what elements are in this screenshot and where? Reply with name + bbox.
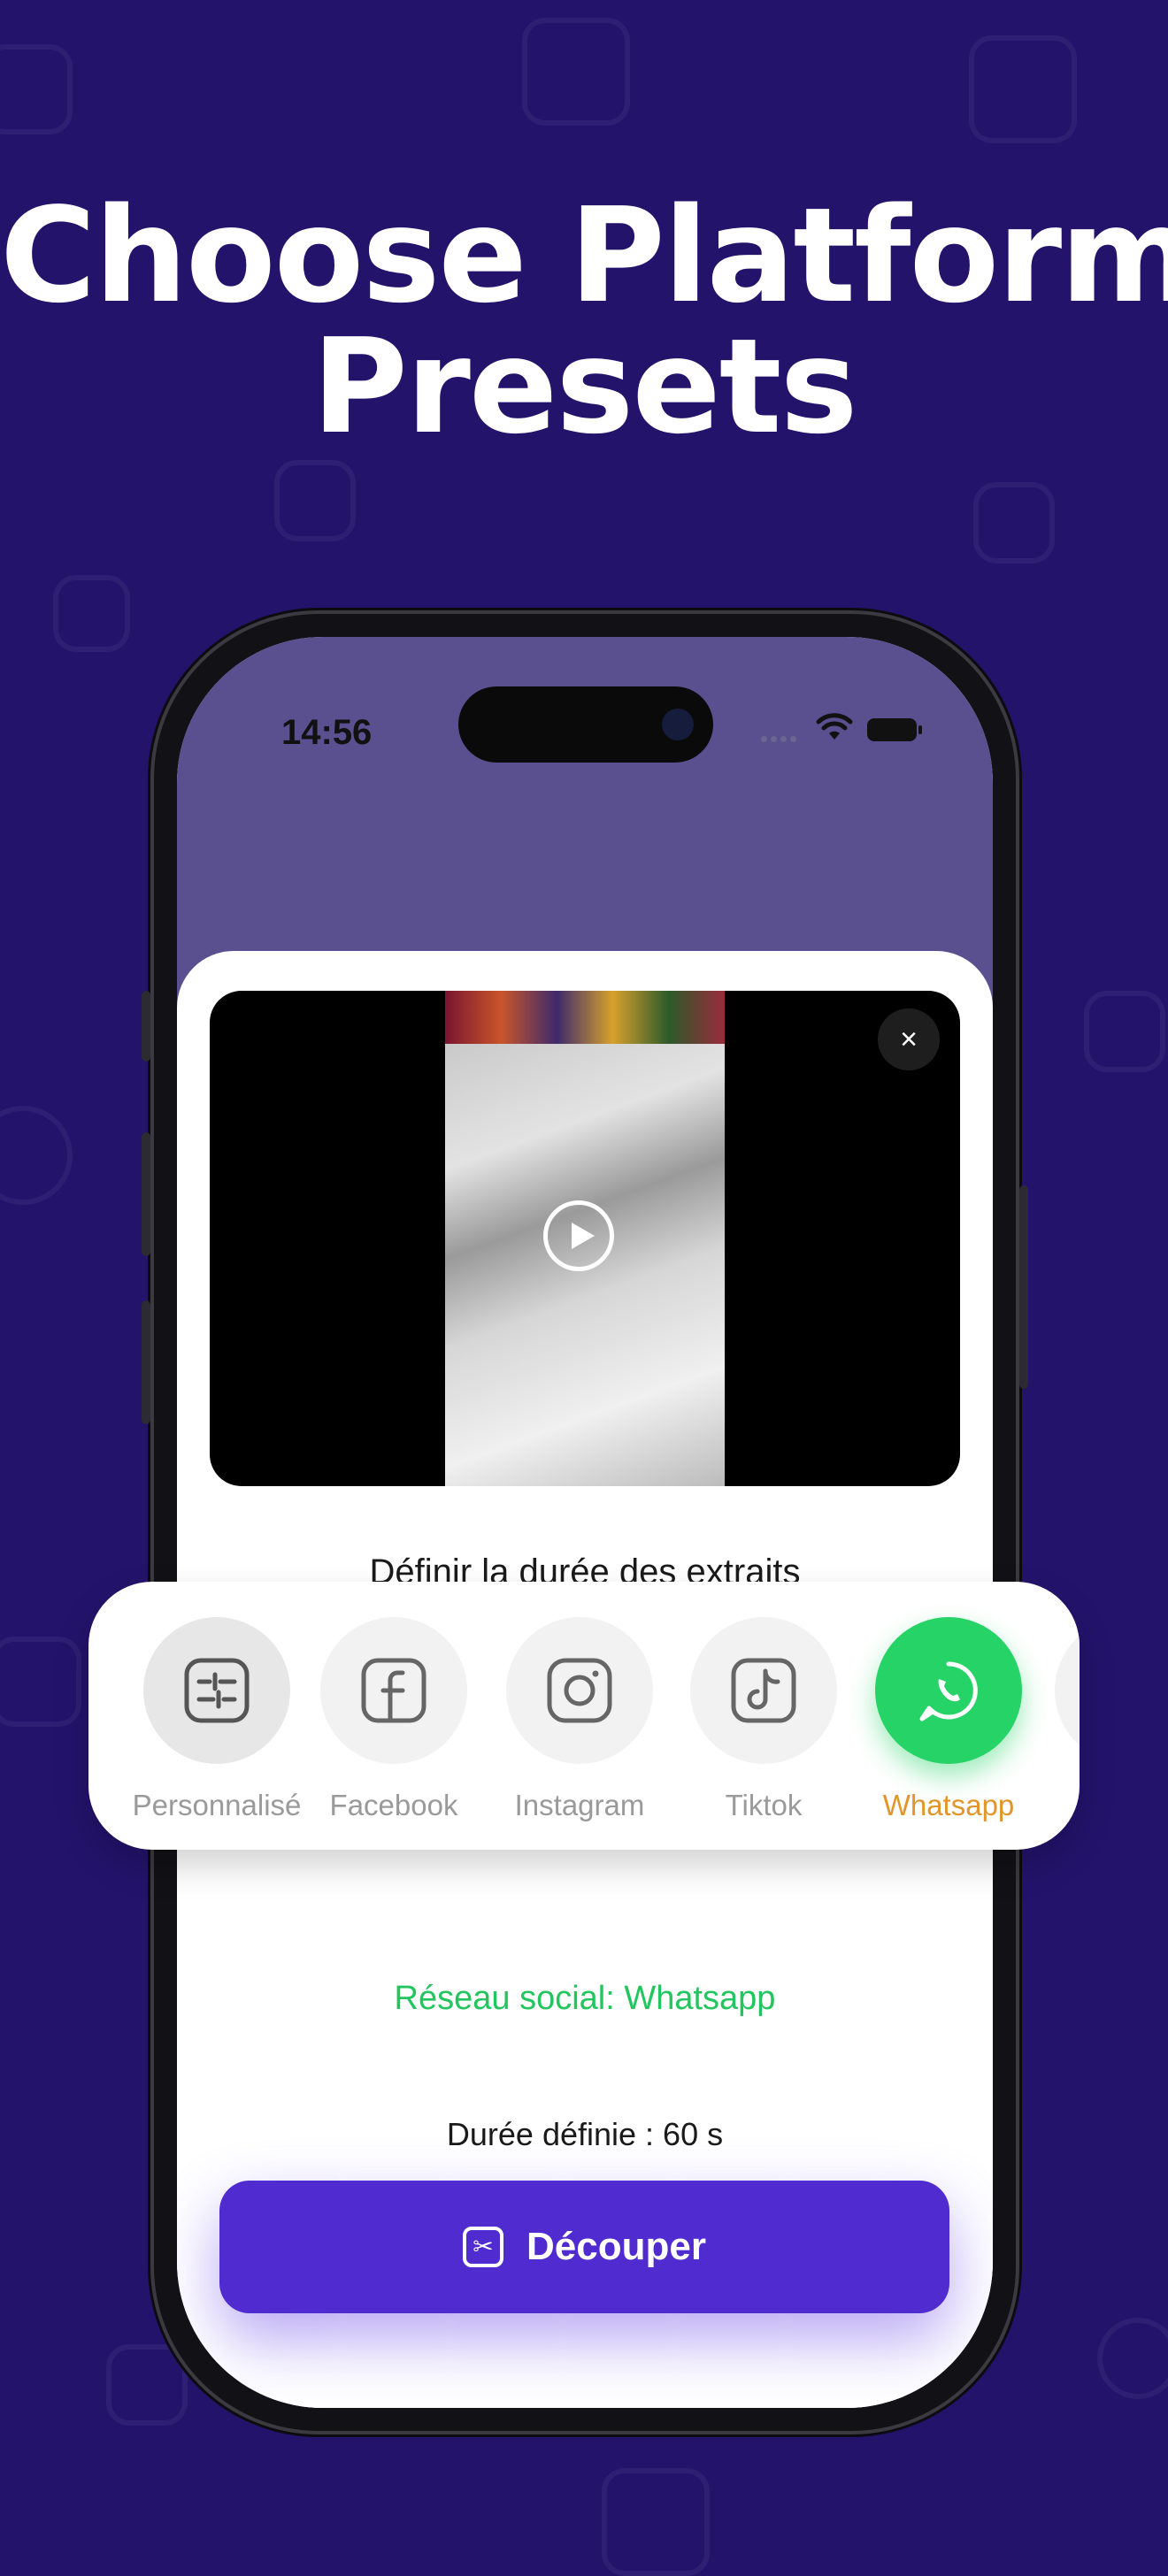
facebook-icon — [361, 1658, 426, 1723]
phone-volume-up-button — [142, 1132, 150, 1256]
preset-icon-wrap — [143, 1617, 290, 1764]
status-bar-time: 14:56 — [281, 713, 373, 752]
bg-pattern-icon — [0, 44, 73, 134]
headline-line-2: Presets — [311, 310, 857, 463]
bg-pattern-icon — [53, 575, 130, 652]
whatsapp-icon — [919, 1661, 978, 1721]
bg-pattern-icon — [106, 2344, 188, 2426]
preset-label: Instagram — [514, 1789, 645, 1821]
preset-instagram[interactable]: Instagram — [491, 1617, 668, 1822]
bg-pattern-icon — [969, 35, 1077, 143]
bg-pattern-icon — [274, 460, 356, 541]
preset-facebook[interactable]: Facebook — [305, 1617, 482, 1822]
bg-pattern-icon — [522, 18, 630, 126]
headline-line-1: Choose Platform — [0, 180, 1168, 332]
phone-volume-down-button — [142, 1300, 150, 1424]
video-preview[interactable]: × — [210, 991, 960, 1486]
bg-pattern-icon — [0, 1637, 81, 1727]
preset-whatsapp[interactable]: Whatsapp — [860, 1617, 1037, 1822]
bg-pattern-icon — [1097, 2318, 1168, 2399]
cut-button[interactable]: ✂ Découper — [219, 2181, 949, 2313]
preset-icon-wrap — [1055, 1617, 1080, 1764]
preset-icon-wrap — [690, 1617, 837, 1764]
tiktok-icon — [731, 1658, 796, 1723]
preset-tiktok[interactable]: Tiktok — [675, 1617, 852, 1822]
phone-screen: 14:56 × Définir la durée des extraits Ré… — [177, 637, 993, 2408]
preset-icon-wrap — [875, 1617, 1022, 1764]
preset-personnalise[interactable]: Personnalisé — [128, 1617, 305, 1822]
instagram-icon — [547, 1658, 612, 1723]
play-icon[interactable] — [543, 1200, 614, 1271]
close-button[interactable]: × — [878, 1008, 940, 1070]
preset-icon-wrap — [320, 1617, 467, 1764]
preset-label: Whatsapp — [882, 1789, 1015, 1821]
battery-icon — [867, 718, 922, 741]
wifi-icon — [816, 713, 853, 740]
dynamic-island — [458, 686, 713, 763]
headline: Choose Platform Presets — [0, 190, 1168, 452]
preset-icon-wrap — [506, 1617, 653, 1764]
video-frame-detail — [445, 991, 725, 1044]
bg-pattern-icon — [0, 1106, 73, 1205]
sliders-icon — [184, 1658, 250, 1723]
preset-label: Tiktok — [725, 1789, 803, 1821]
preset-label: Personnalisé — [132, 1789, 302, 1821]
phone-power-button — [1019, 1185, 1028, 1389]
phone-frame: 14:56 × Définir la durée des extraits Ré… — [142, 610, 1028, 2434]
preset-label: Facebook — [329, 1789, 458, 1821]
signal-icon — [761, 731, 802, 742]
duration-label: Durée définie : 60 s — [446, 2116, 724, 2152]
network-label: Réseau social: Whatsapp — [394, 1980, 776, 2017]
cut-button-label: Découper — [526, 2225, 706, 2268]
bg-pattern-icon — [973, 482, 1055, 564]
platform-presets: Personnalisé Facebook Instagram Tiktok W… — [88, 1582, 1080, 1850]
bg-pattern-icon — [1084, 991, 1165, 1072]
camera-icon — [662, 709, 694, 740]
scissors-icon: ✂ — [463, 2227, 504, 2267]
phone-action-button — [142, 991, 150, 1062]
preset-next-partial[interactable] — [1040, 1617, 1080, 1764]
bg-pattern-icon — [602, 2468, 710, 2576]
